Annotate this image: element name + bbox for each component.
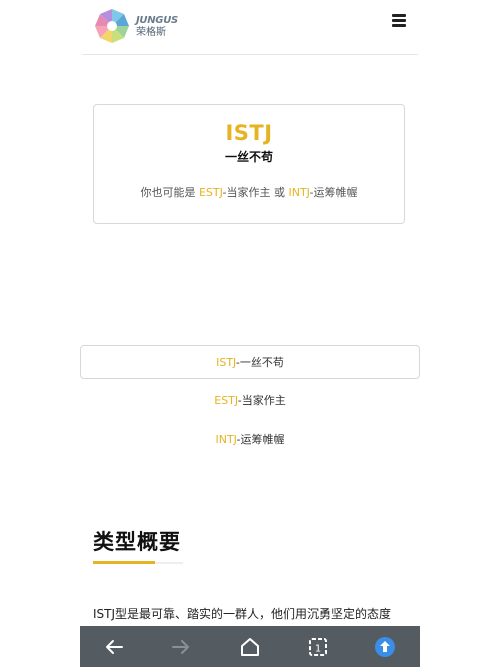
related-type-intj-link[interactable]: INTJ-运筹帷幄 — [288, 186, 357, 199]
section-title: 类型概要 — [93, 530, 181, 554]
section-divider — [93, 561, 183, 564]
site-header: JUNGUS 荣格斯 — [82, 0, 418, 55]
brand: JUNGUS 荣格斯 — [136, 15, 178, 38]
related-types: 你也可能是 ESTJ-当家作主 或 INTJ-运筹帷幄 — [94, 184, 404, 200]
forward-arrow-icon — [172, 640, 189, 654]
tabs-button[interactable]: 1 — [298, 626, 338, 667]
share-icon — [375, 637, 395, 657]
browser-bottom-bar: 1 — [80, 626, 420, 667]
related-or: 或 — [273, 186, 285, 199]
tab-intj[interactable]: INTJ-运筹帷幄 — [80, 423, 420, 457]
related-prefix: 你也可能是 — [140, 186, 196, 199]
svg-text:1: 1 — [315, 644, 321, 655]
type-result-card: ISTJ 一丝不苟 你也可能是 ESTJ-当家作主 或 INTJ-运筹帷幄 — [93, 104, 405, 224]
tabs-icon: 1 — [309, 638, 327, 656]
back-arrow-icon — [106, 640, 123, 654]
related-type-estj-link[interactable]: ESTJ-当家作主 — [199, 186, 271, 199]
back-button[interactable] — [94, 626, 134, 667]
share-button[interactable] — [365, 626, 405, 667]
home-button[interactable] — [230, 626, 270, 667]
type-name: 一丝不苟 — [224, 150, 273, 164]
forward-button[interactable] — [161, 626, 201, 667]
section-divider-accent — [93, 561, 155, 564]
type-code: ISTJ — [225, 121, 273, 145]
home-icon — [241, 638, 259, 656]
brand-name-cn: 荣格斯 — [136, 27, 166, 38]
tab-istj[interactable]: ISTJ-一丝不苟 — [80, 345, 420, 379]
tab-estj[interactable]: ESTJ-当家作主 — [80, 384, 420, 418]
type-tabs: ISTJ-一丝不苟 ESTJ-当家作主 INTJ-运筹帷幄 — [80, 345, 420, 462]
section-summary-text: ISTJ型是最可靠、踏实的一群人，他们用沉勇坚定的态度 — [93, 607, 392, 621]
page: JUNGUS 荣格斯 ISTJ 一丝不苟 你也可能是 ESTJ-当家作主 或 I… — [0, 0, 500, 667]
menu-icon[interactable] — [392, 14, 406, 28]
logo-icon[interactable] — [94, 8, 130, 44]
brand-name-en: JUNGUS — [136, 15, 178, 26]
